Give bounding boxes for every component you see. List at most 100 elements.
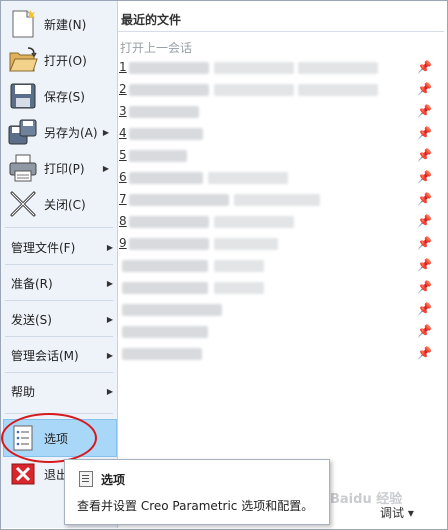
recent-file-number: 8	[119, 214, 127, 228]
menu-divider	[5, 300, 113, 301]
recent-file-path-blurred	[234, 194, 320, 206]
menu-divider	[5, 227, 113, 228]
menu-send[interactable]: 发送(S) ▶	[11, 309, 113, 331]
pin-icon[interactable]: 📌	[417, 60, 432, 74]
menu-close[interactable]: 关闭(C)	[1, 187, 117, 221]
menu-help-label: 帮助	[11, 385, 36, 399]
recent-file-name-blurred	[129, 106, 199, 118]
recent-file-path-blurred	[214, 216, 294, 228]
recent-file-row[interactable]: 📌	[118, 299, 444, 321]
tooltip-title: 选项	[101, 473, 126, 487]
menu-print[interactable]: 打印(P) ▶	[1, 151, 117, 185]
pin-icon[interactable]: 📌	[417, 346, 432, 360]
menu-new[interactable]: 新建(N)	[1, 7, 117, 41]
menu-save-label: 保存(S)	[44, 89, 85, 104]
pin-icon[interactable]: 📌	[417, 104, 432, 118]
recent-file-row[interactable]: 2 📌	[118, 79, 444, 101]
menu-manage-session-label: 管理会话(M)	[11, 349, 79, 363]
exit-icon	[6, 459, 40, 489]
recent-file-name-blurred	[122, 326, 208, 338]
menu-manage-file[interactable]: 管理文件(F) ▶	[11, 237, 113, 259]
submenu-arrow-icon: ▶	[106, 351, 113, 360]
menu-new-label: 新建(N)	[44, 17, 87, 32]
recent-file-row[interactable]: 1 📌	[118, 57, 444, 79]
recent-file-row[interactable]: 📌	[118, 343, 444, 365]
menu-manage-session[interactable]: 管理会话(M) ▶	[11, 345, 113, 367]
recent-file-row[interactable]: 6 📌	[118, 167, 444, 189]
pin-icon[interactable]: 📌	[417, 170, 432, 184]
menu-open-label: 打开(O)	[44, 53, 87, 68]
menu-manage-file-label: 管理文件(F)	[11, 241, 76, 255]
menu-open[interactable]: 打开(O)	[1, 43, 117, 77]
recent-file-path-blurred	[214, 84, 294, 96]
recent-file-row[interactable]: 4 📌	[118, 123, 444, 145]
recent-file-number: 5	[119, 148, 127, 162]
new-doc-icon	[6, 9, 40, 39]
recent-file-number: 9	[119, 236, 127, 250]
recent-file-name-blurred	[129, 194, 229, 206]
submenu-arrow-icon: ▶	[106, 279, 113, 288]
submenu-arrow-icon: ▶	[106, 243, 113, 252]
recent-file-row[interactable]: 8 📌	[118, 211, 444, 233]
recent-file-row[interactable]: 3 📌	[118, 101, 444, 123]
menu-prepare-label: 准备(R)	[11, 277, 53, 291]
pin-icon[interactable]: 📌	[417, 82, 432, 96]
options-tooltip: 选项 查看并设置 Creo Parametric 选项和配置。	[64, 459, 330, 525]
menu-prepare[interactable]: 准备(R) ▶	[11, 273, 113, 295]
pin-icon[interactable]: 📌	[417, 192, 432, 206]
floppy-icon	[6, 81, 40, 111]
recent-file-row[interactable]: 📌	[118, 321, 444, 343]
recent-file-number: 4	[119, 126, 127, 140]
debug-dropdown[interactable]: 调试 ▾	[380, 504, 414, 521]
recent-file-name-blurred	[129, 128, 203, 140]
recent-file-path-blurred	[214, 260, 264, 272]
tooltip-description: 查看并设置 Creo Parametric 选项和配置。	[77, 499, 314, 513]
recent-file-name-blurred	[122, 260, 208, 272]
recent-file-number: 6	[119, 170, 127, 184]
pin-icon[interactable]: 📌	[417, 258, 432, 272]
recent-file-path-blurred	[214, 282, 264, 294]
recent-file-name-blurred	[122, 282, 208, 294]
recent-file-name-blurred	[129, 216, 209, 228]
recent-file-row[interactable]: 5 📌	[118, 145, 444, 167]
open-last-session-link[interactable]: 打开上一会话	[120, 39, 192, 56]
pin-icon[interactable]: 📌	[417, 126, 432, 140]
highlight-ring	[1, 413, 97, 463]
pin-icon[interactable]: 📌	[417, 236, 432, 250]
recent-file-name-blurred	[129, 238, 209, 250]
menu-send-label: 发送(S)	[11, 313, 52, 327]
recent-file-name-blurred	[129, 150, 187, 162]
submenu-arrow-icon: ▶	[106, 315, 113, 324]
pin-icon[interactable]: 📌	[417, 148, 432, 162]
menu-save-as[interactable]: 另存为(A) ▶	[1, 115, 117, 149]
recent-file-number: 2	[119, 82, 127, 96]
close-x-icon	[6, 189, 40, 219]
recent-file-number: 7	[119, 192, 127, 206]
recent-file-path-blurred	[298, 62, 378, 74]
recent-divider	[118, 31, 444, 32]
menu-help[interactable]: 帮助 ▶	[11, 381, 113, 403]
recent-file-row[interactable]: 📌	[118, 277, 444, 299]
pin-icon[interactable]: 📌	[417, 214, 432, 228]
file-menu-panel: 新建(N) 打开(O) 保存(S) 另存为(A) ▶ 打印(P) ▶ 关闭(C)…	[1, 1, 118, 528]
recent-file-row[interactable]: 9 📌	[118, 233, 444, 255]
menu-print-label: 打印(P)	[44, 161, 85, 176]
recent-file-path-blurred	[214, 238, 278, 250]
menu-divider	[5, 372, 113, 373]
submenu-arrow-icon: ▶	[106, 387, 113, 396]
menu-save[interactable]: 保存(S)	[1, 79, 117, 113]
recent-file-name-blurred	[122, 348, 202, 360]
menu-divider	[5, 264, 113, 265]
menu-divider	[5, 336, 113, 337]
pin-icon[interactable]: 📌	[417, 280, 432, 294]
pin-icon[interactable]: 📌	[417, 302, 432, 316]
recent-file-path-blurred	[214, 62, 294, 74]
recent-file-number: 1	[119, 60, 127, 74]
menu-save-as-label: 另存为(A)	[44, 125, 98, 140]
pin-icon[interactable]: 📌	[417, 324, 432, 338]
submenu-arrow-icon: ▶	[102, 127, 109, 137]
recent-file-row[interactable]: 📌	[118, 255, 444, 277]
recent-file-row[interactable]: 7 📌	[118, 189, 444, 211]
menu-close-label: 关闭(C)	[44, 197, 86, 212]
recent-files-panel: 最近的文件 打开上一会话 1 📌 2 📌 3 📌 4 📌 5 📌 6 📌 7 📌…	[118, 1, 447, 528]
